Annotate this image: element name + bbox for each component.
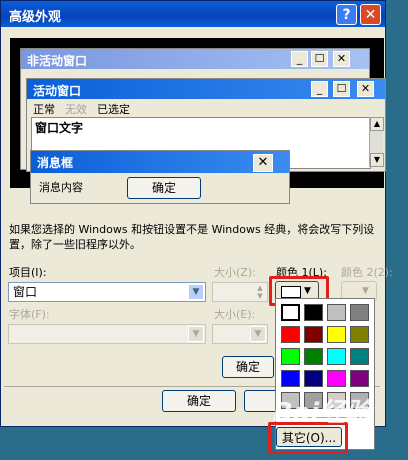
color-swatch[interactable] — [304, 392, 323, 409]
minimize-icon: _ — [291, 51, 308, 67]
color1-swatch — [281, 286, 301, 298]
color-swatch[interactable] — [327, 392, 346, 409]
color-swatch[interactable] — [304, 348, 323, 365]
menu-disabled: 无效 — [65, 103, 87, 116]
color-swatch[interactable] — [304, 326, 323, 343]
item-select[interactable]: 窗口 ▼ — [8, 282, 206, 302]
close-icon: ✕ — [333, 51, 350, 67]
item-label: 项目(I): — [9, 266, 47, 279]
ok-button[interactable]: 确定 — [162, 390, 236, 412]
inactive-window-title: 非活动窗口 — [27, 54, 88, 68]
minimize-icon: _ — [311, 81, 328, 97]
color-swatch[interactable] — [327, 348, 346, 365]
help-button[interactable]: ? — [336, 4, 357, 25]
color-swatch[interactable] — [281, 370, 300, 387]
size-label: 大小(Z): — [214, 266, 256, 279]
size-spinner[interactable]: ▲ ▼ — [212, 282, 268, 302]
vertical-scrollbar[interactable]: ▲ ▼ — [369, 117, 384, 167]
scroll-up-icon[interactable]: ▲ — [370, 117, 384, 131]
color-swatch[interactable] — [327, 370, 346, 387]
other-colors-button[interactable]: 其它(O)... — [276, 427, 342, 447]
active-window-title: 活动窗口 — [33, 84, 82, 98]
font-label: 字体(F): — [9, 308, 50, 321]
chevron-down-icon[interactable]: ▼ — [188, 284, 204, 300]
menu-selected: 已选定 — [97, 103, 130, 116]
color-swatch[interactable] — [350, 326, 369, 343]
message-box-ok-button[interactable]: 确定 — [127, 177, 201, 199]
spinner-arrows-icon[interactable]: ▲ ▼ — [254, 284, 266, 300]
close-icon: ✕ — [357, 81, 374, 97]
menu-bar-preview: 正常 无效 已选定 — [33, 101, 140, 117]
color-swatch[interactable] — [350, 370, 369, 387]
window-text: 窗口文字 — [35, 121, 84, 135]
message-box-text: 消息内容 — [39, 181, 83, 194]
description-text: 如果您选择的 Windows 和按钮设置不是 Windows 经典，将会改写下列… — [9, 223, 375, 251]
close-icon: ✕ — [253, 154, 273, 172]
item-select-value: 窗口 — [13, 285, 38, 299]
preview-area[interactable]: 非活动窗口 _ ☐ ✕ 活动窗口 _ ☐ ✕ 正常 无效 已选定 窗口文字 ▲ ▼ … — [10, 38, 386, 204]
color-swatch[interactable] — [350, 392, 369, 409]
color-swatch[interactable] — [304, 304, 323, 321]
maximize-icon: ☐ — [311, 51, 328, 67]
color-swatch[interactable] — [281, 326, 300, 343]
size2-label: 大小(E): — [214, 308, 256, 321]
message-box-title: 消息框 — [37, 156, 74, 170]
chevron-down-icon[interactable]: ▼ — [250, 326, 266, 342]
color-swatch[interactable] — [350, 304, 369, 321]
color2-label: 颜色 2(2): — [341, 266, 393, 279]
color-swatch[interactable] — [327, 326, 346, 343]
cancel-button[interactable]: 取消 — [244, 390, 278, 412]
menu-normal: 正常 — [33, 103, 55, 116]
message-box-preview: 消息框 ✕ 消息内容 确定 — [30, 150, 290, 204]
inner-ok-button[interactable]: 确定 — [222, 356, 274, 378]
palette-separator — [280, 417, 368, 418]
close-button[interactable]: ✕ — [360, 4, 381, 25]
color-swatch[interactable] — [281, 348, 300, 365]
color-swatch[interactable] — [304, 370, 323, 387]
color-swatch[interactable] — [281, 392, 300, 409]
title-bar: 高级外观 ? ✕ — [1, 1, 385, 27]
scroll-down-icon[interactable]: ▼ — [370, 153, 384, 167]
font-size-select[interactable]: ▼ — [212, 324, 268, 344]
font-select[interactable]: ▼ — [8, 324, 206, 344]
window-title: 高级外观 — [9, 10, 62, 25]
color-swatch[interactable] — [350, 348, 369, 365]
maximize-icon: ☐ — [333, 81, 350, 97]
chevron-down-icon[interactable]: ▼ — [188, 326, 204, 342]
color-swatch[interactable] — [281, 304, 300, 321]
color-swatch[interactable] — [327, 304, 346, 321]
